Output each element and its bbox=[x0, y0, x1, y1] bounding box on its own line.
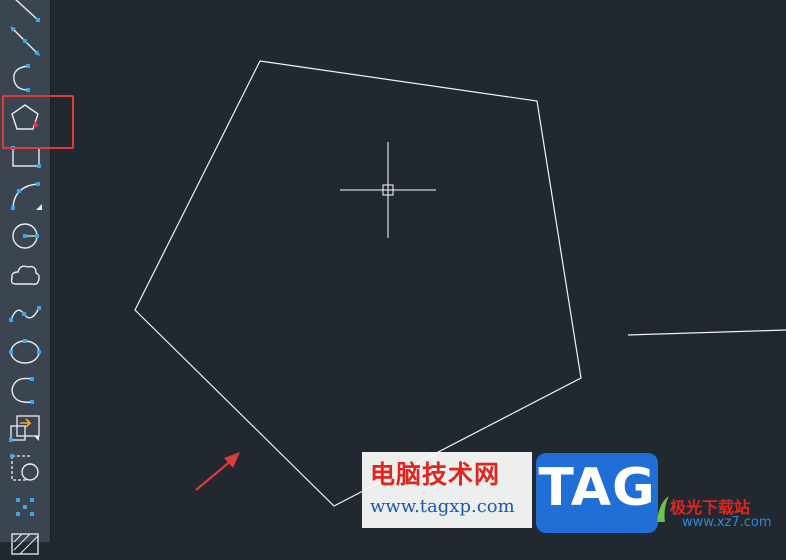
circle-tool-button[interactable] bbox=[8, 220, 42, 252]
xline-icon bbox=[10, 26, 40, 56]
circle-icon bbox=[12, 223, 39, 249]
watermark-site-url: www.tagxp.com bbox=[370, 496, 515, 517]
create-block-icon bbox=[10, 454, 39, 481]
spline-icon bbox=[9, 306, 41, 322]
arc-icon bbox=[11, 182, 42, 210]
watermark-site-title: 电脑技术网 bbox=[370, 460, 501, 489]
pentagon-shape[interactable] bbox=[134, 60, 582, 507]
insert-block-icon bbox=[9, 415, 40, 442]
spline-tool-button[interactable] bbox=[8, 298, 42, 330]
polyline-tool-button[interactable] bbox=[8, 62, 42, 94]
red-arrow-annotation bbox=[195, 452, 240, 491]
tag-logo-text: TAG bbox=[538, 458, 656, 518]
crosshair-cursor bbox=[340, 142, 436, 238]
line-tool-button[interactable] bbox=[8, 0, 42, 28]
create-block-tool-button[interactable] bbox=[8, 452, 42, 484]
polyline-icon bbox=[13, 64, 30, 92]
ellipse-icon bbox=[9, 339, 41, 364]
point-icon bbox=[16, 498, 34, 516]
xz7-logo-icon bbox=[657, 496, 669, 522]
revision-cloud-tool-button[interactable] bbox=[8, 260, 42, 292]
point-tool-button[interactable] bbox=[8, 492, 42, 524]
arc-tool-button[interactable] bbox=[8, 180, 42, 212]
cloud-icon bbox=[10, 265, 40, 285]
construction-line-tool-button[interactable] bbox=[8, 26, 42, 58]
elliptical-arc-tool-button[interactable] bbox=[8, 374, 42, 406]
insert-block-tool-button[interactable] bbox=[8, 414, 42, 446]
ellipse-tool-button[interactable] bbox=[8, 336, 42, 368]
ellipse-arc-icon bbox=[11, 377, 34, 404]
hatch-tool-button[interactable] bbox=[8, 528, 42, 560]
line-icon bbox=[15, 0, 40, 22]
hatch-icon bbox=[11, 533, 39, 555]
partial-line[interactable] bbox=[627, 329, 786, 336]
watermark-xz7-url: www.xz7.com bbox=[682, 515, 772, 530]
draw-toolbar bbox=[0, 0, 50, 555]
